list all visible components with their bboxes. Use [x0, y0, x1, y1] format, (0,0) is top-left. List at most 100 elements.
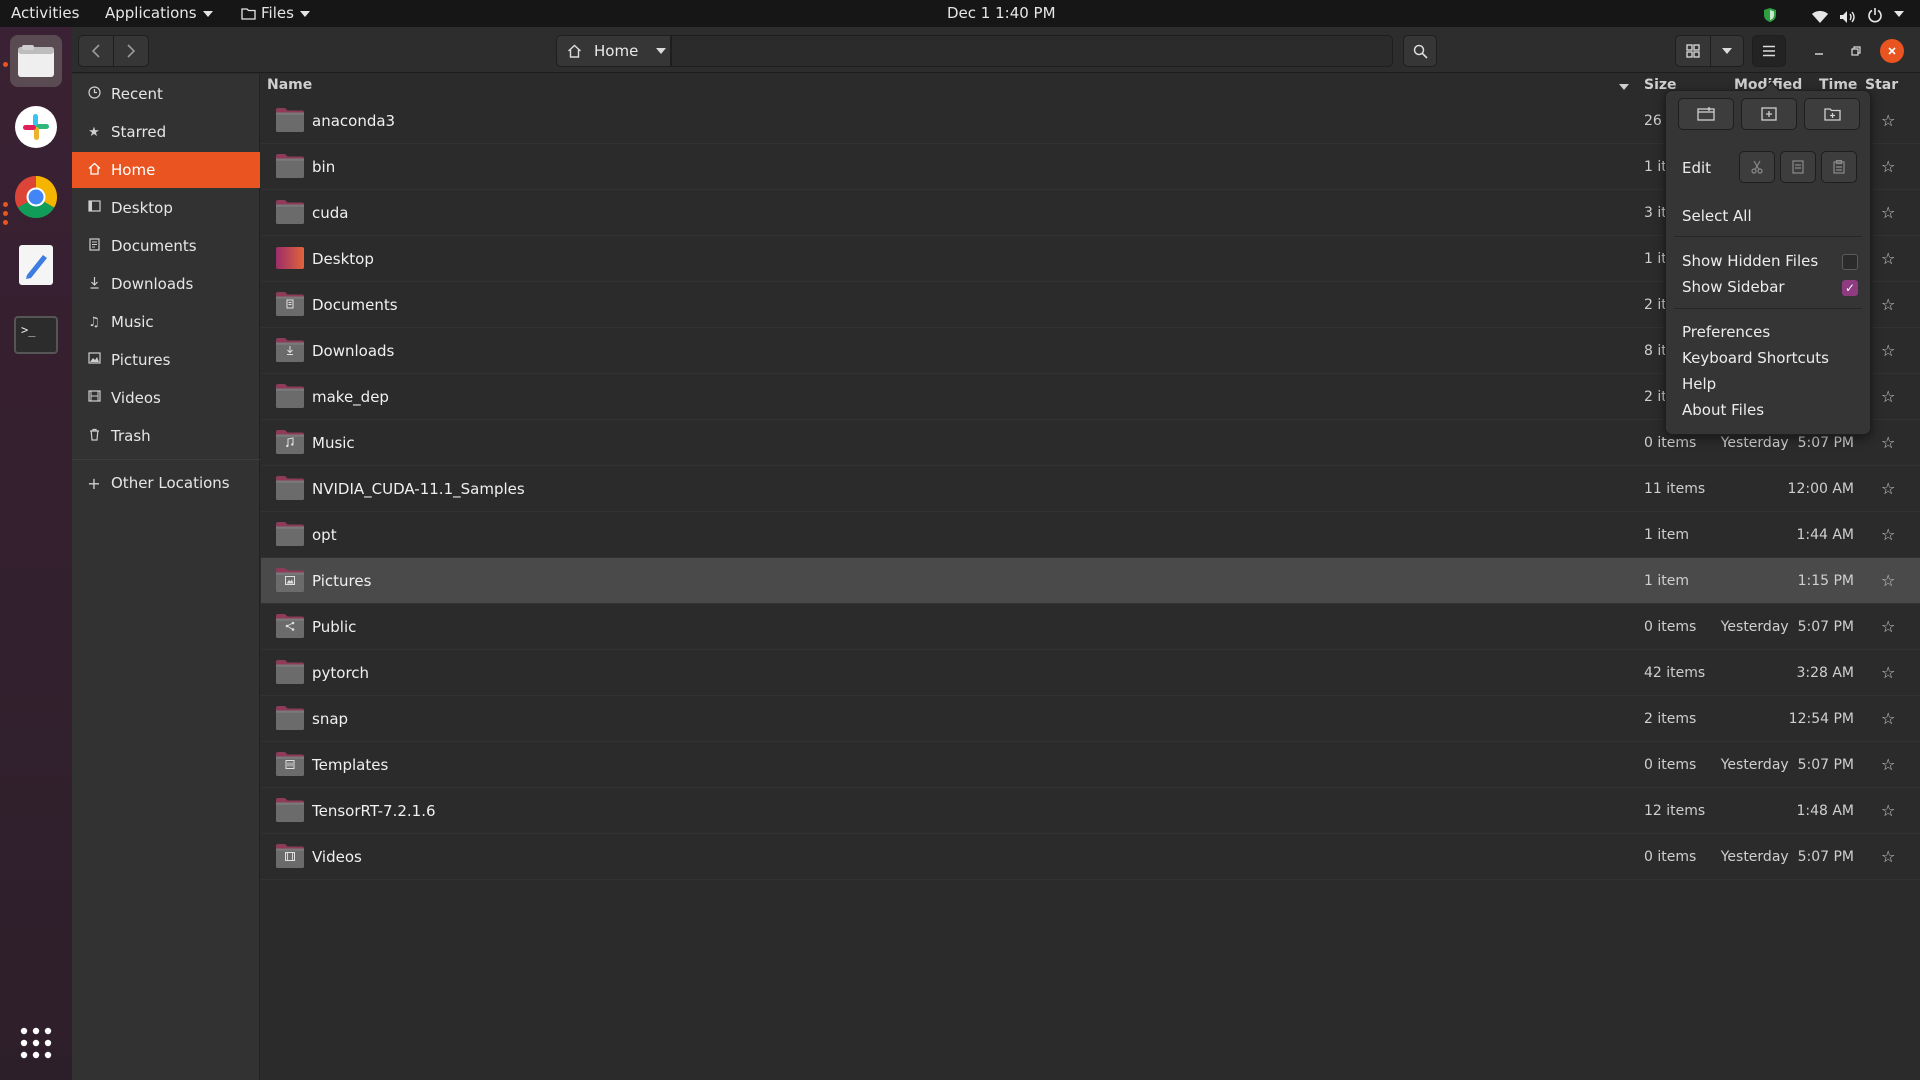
sidebar-item-desktop[interactable]: Desktop	[72, 190, 260, 226]
keyboard-shortcuts-menu-item[interactable]: Keyboard Shortcuts	[1682, 347, 1829, 369]
file-row[interactable]: Public 0 items Yesterday 5:07 PM ☆	[261, 604, 1920, 650]
star-toggle-icon[interactable]: ☆	[1881, 144, 1895, 190]
shield-icon[interactable]	[1763, 5, 1777, 22]
activities-button[interactable]: Activities	[11, 0, 79, 27]
file-row[interactable]: Videos 0 items Yesterday 5:07 PM ☆	[261, 834, 1920, 880]
star-toggle-icon[interactable]: ☆	[1881, 282, 1895, 328]
show-hidden-files-menu-item[interactable]: Show Hidden Files	[1682, 250, 1818, 272]
grid-icon	[1686, 44, 1700, 58]
column-header-name[interactable]: Name	[267, 77, 312, 93]
preferences-menu-item[interactable]: Preferences	[1682, 321, 1770, 343]
sidebar-item-videos[interactable]: Videos	[72, 380, 260, 416]
sidebar-item-downloads[interactable]: Downloads	[72, 266, 260, 302]
file-row[interactable]: opt 1 item 1:44 AM ☆	[261, 512, 1920, 558]
sidebar-item-other-locations[interactable]: + Other Locations	[72, 465, 260, 501]
star-toggle-icon[interactable]: ☆	[1881, 696, 1895, 742]
star-toggle-icon[interactable]: ☆	[1881, 420, 1895, 466]
file-name: TensorRT-7.2.1.6	[312, 802, 436, 820]
star-toggle-icon[interactable]: ☆	[1881, 328, 1895, 374]
files-app-launcher[interactable]	[10, 35, 62, 87]
sidebar-item-documents[interactable]: Documents	[72, 228, 260, 264]
file-name: snap	[312, 710, 349, 728]
file-row[interactable]: pytorch 42 items 3:28 AM ☆	[261, 650, 1920, 696]
file-modified: Yesterday 5:07 PM	[1720, 619, 1854, 635]
view-options-button[interactable]	[1710, 35, 1744, 67]
file-row[interactable]: TensorRT-7.2.1.6 12 items 1:48 AM ☆	[261, 788, 1920, 834]
star-toggle-icon[interactable]: ☆	[1881, 466, 1895, 512]
sidebar-item-label: Downloads	[111, 275, 194, 293]
file-row[interactable]: Templates 0 items Yesterday 5:07 PM ☆	[261, 742, 1920, 788]
star-toggle-icon[interactable]: ☆	[1881, 190, 1895, 236]
sidebar-item-recent[interactable]: Recent	[72, 76, 260, 112]
file-row[interactable]: NVIDIA_CUDA-11.1_Samples 11 items 12:00 AM…	[261, 466, 1920, 512]
maximize-button[interactable]	[1844, 39, 1868, 63]
star-toggle-icon[interactable]: ☆	[1881, 98, 1895, 144]
sidebar-item-label: Videos	[111, 389, 161, 407]
sidebar-item-home[interactable]: Home	[72, 152, 260, 188]
copy-button[interactable]	[1780, 151, 1816, 183]
search-button[interactable]	[1403, 35, 1437, 67]
folder-icon	[276, 476, 304, 500]
star-icon: ★	[88, 124, 100, 140]
files-app-menu[interactable]: Files	[241, 0, 310, 27]
slack-launcher[interactable]	[10, 101, 62, 153]
paste-button[interactable]	[1821, 151, 1857, 183]
star-toggle-icon[interactable]: ☆	[1881, 512, 1895, 558]
volume-icon[interactable]	[1839, 6, 1857, 23]
file-row[interactable]: snap 2 items 12:54 PM ☆	[261, 696, 1920, 742]
help-menu-item[interactable]: Help	[1682, 373, 1716, 395]
show-applications-icon	[20, 1027, 52, 1059]
view-grid-button[interactable]	[1675, 35, 1711, 67]
star-toggle-icon[interactable]: ☆	[1881, 374, 1895, 420]
file-modified: 1:44 AM	[1796, 527, 1854, 543]
trash-icon	[86, 428, 102, 445]
sort-descending-icon[interactable]	[1619, 84, 1629, 90]
files-icon	[18, 45, 54, 77]
sidebar-item-trash[interactable]: Trash	[72, 418, 260, 454]
power-icon[interactable]	[1867, 5, 1883, 23]
star-toggle-icon[interactable]: ☆	[1881, 788, 1895, 834]
star-toggle-icon[interactable]: ☆	[1881, 650, 1895, 696]
star-toggle-icon[interactable]: ☆	[1881, 604, 1895, 650]
new-folder-button[interactable]	[1804, 98, 1860, 130]
back-button[interactable]	[78, 35, 114, 67]
sidebar-divider	[72, 459, 260, 460]
star-toggle-icon[interactable]: ☆	[1881, 742, 1895, 788]
clock[interactable]: Dec 1 1:40 PM	[947, 0, 1056, 27]
show-sidebar-menu-item[interactable]: Show Sidebar	[1682, 276, 1785, 298]
chrome-launcher[interactable]	[10, 171, 62, 223]
desktop-folder-icon	[276, 247, 304, 269]
main-menu-button[interactable]	[1752, 35, 1786, 67]
select-all-menu-item[interactable]: Select All	[1682, 205, 1752, 227]
show-applications-button[interactable]	[10, 1017, 62, 1069]
file-row[interactable]: Pictures 1 item 1:15 PM ☆	[261, 558, 1920, 604]
star-toggle-icon[interactable]: ☆	[1881, 558, 1895, 604]
new-tab-button[interactable]	[1741, 98, 1797, 130]
terminal-launcher[interactable]: >_	[10, 309, 62, 361]
new-window-button[interactable]	[1678, 98, 1734, 130]
star-toggle-icon[interactable]: ☆	[1881, 236, 1895, 282]
file-size: 2 it	[1644, 297, 1667, 313]
wifi-icon[interactable]	[1811, 6, 1829, 23]
sidebar-item-music[interactable]: ♫ Music	[72, 304, 260, 340]
folder-icon	[241, 8, 256, 20]
star-toggle-icon[interactable]: ☆	[1881, 834, 1895, 880]
sidebar-item-label: Home	[111, 161, 156, 179]
minimize-button[interactable]	[1807, 39, 1831, 63]
system-menu-chevron[interactable]	[1894, 0, 1904, 27]
show-sidebar-checkbox[interactable]: ✓	[1842, 280, 1858, 296]
location-home-button[interactable]: Home	[556, 35, 671, 67]
forward-button[interactable]	[113, 35, 149, 67]
sidebar-item-pictures[interactable]: Pictures	[72, 342, 260, 378]
applications-menu[interactable]: Applications	[105, 0, 213, 27]
cut-button[interactable]	[1739, 151, 1775, 183]
path-bar[interactable]	[671, 35, 1393, 67]
sidebar-item-starred[interactable]: ★ Starred	[72, 114, 260, 150]
close-button[interactable]	[1880, 39, 1904, 63]
hamburger-menu-icon	[1763, 45, 1775, 57]
show-hidden-files-checkbox[interactable]	[1842, 254, 1858, 270]
about-files-menu-item[interactable]: About Files	[1682, 399, 1764, 421]
running-indicator	[3, 211, 8, 216]
text-editor-launcher[interactable]	[10, 239, 62, 291]
column-header-star[interactable]: Star	[1865, 77, 1898, 93]
